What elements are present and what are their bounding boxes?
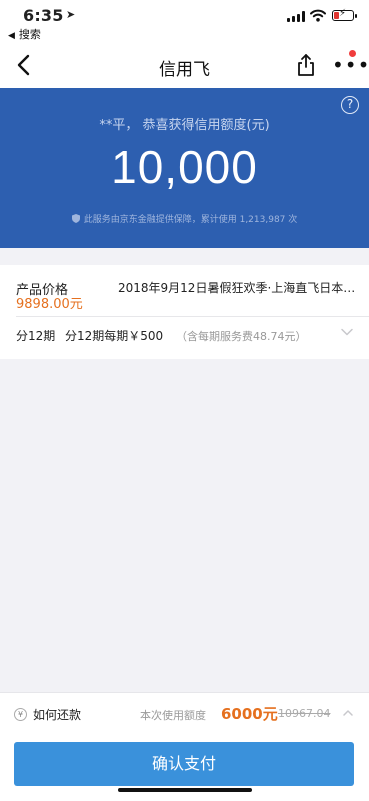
more-menu-button[interactable]: •••	[330, 50, 369, 75]
yen-icon: ¥	[14, 708, 27, 721]
home-indicator	[118, 788, 252, 792]
notification-badge	[349, 50, 356, 57]
original-amount: 10967.04	[278, 707, 331, 720]
battery-icon: ⚡	[332, 8, 357, 21]
used-amount-label: 本次使用额度	[140, 709, 206, 722]
wifi-icon	[310, 9, 326, 22]
chevron-up-icon[interactable]	[342, 707, 354, 719]
shield-icon	[71, 214, 80, 223]
credit-amount: 10,000	[111, 141, 258, 193]
chevron-down-icon	[341, 328, 353, 336]
how-to-repay-link[interactable]: 如何还款	[33, 706, 81, 723]
cellular-signal-icon	[287, 11, 305, 22]
back-to-app-link[interactable]: ◀ 搜索	[8, 26, 41, 42]
nav-bar: 信用飞 •••	[0, 42, 369, 88]
credit-banner: ? **平， 恭喜获得信用额度(元) 10,000 此服务由京东金融提供保障，累…	[0, 88, 369, 248]
service-notice: 此服务由京东金融提供保障，累计使用 1,213,987 次	[0, 212, 369, 225]
used-amount-value: 6000元	[221, 705, 278, 723]
status-bar: 6:35 ➤ ◀ 搜索 ⚡	[0, 0, 369, 42]
back-to-app-label: 搜索	[18, 28, 41, 41]
credit-greeting: **平， 恭喜获得信用额度(元)	[99, 118, 270, 133]
status-time: 6:35	[23, 6, 64, 25]
location-arrow-icon: ➤	[66, 8, 76, 21]
order-card: 产品价格 9898.00元 2018年9月12日暑假狂欢季·上海直飞日本大阪 分…	[0, 265, 369, 359]
confirm-payment-button[interactable]: 确认支付	[14, 742, 354, 786]
installment-period: 分12期	[16, 329, 56, 343]
more-dots-icon: •••	[332, 53, 369, 77]
product-name: 2018年9月12日暑假狂欢季·上海直飞日本大阪	[118, 281, 358, 295]
divider	[16, 316, 369, 317]
installment-per-period: 分12期每期￥500	[65, 329, 164, 343]
payment-footer: ¥ 如何还款 本次使用额度 6000元 10967.04 确认支付	[0, 692, 369, 801]
help-icon[interactable]: ?	[341, 96, 359, 114]
service-notice-text: 此服务由京东金融提供保障，累计使用 1,213,987 次	[83, 215, 298, 225]
installment-fee: （含每期服务费48.74元）	[176, 330, 307, 343]
charging-bolt-icon: ⚡	[339, 8, 347, 19]
share-icon[interactable]	[296, 53, 316, 77]
price-value: 9898.00元	[16, 297, 83, 312]
back-triangle-icon: ◀	[8, 31, 15, 41]
